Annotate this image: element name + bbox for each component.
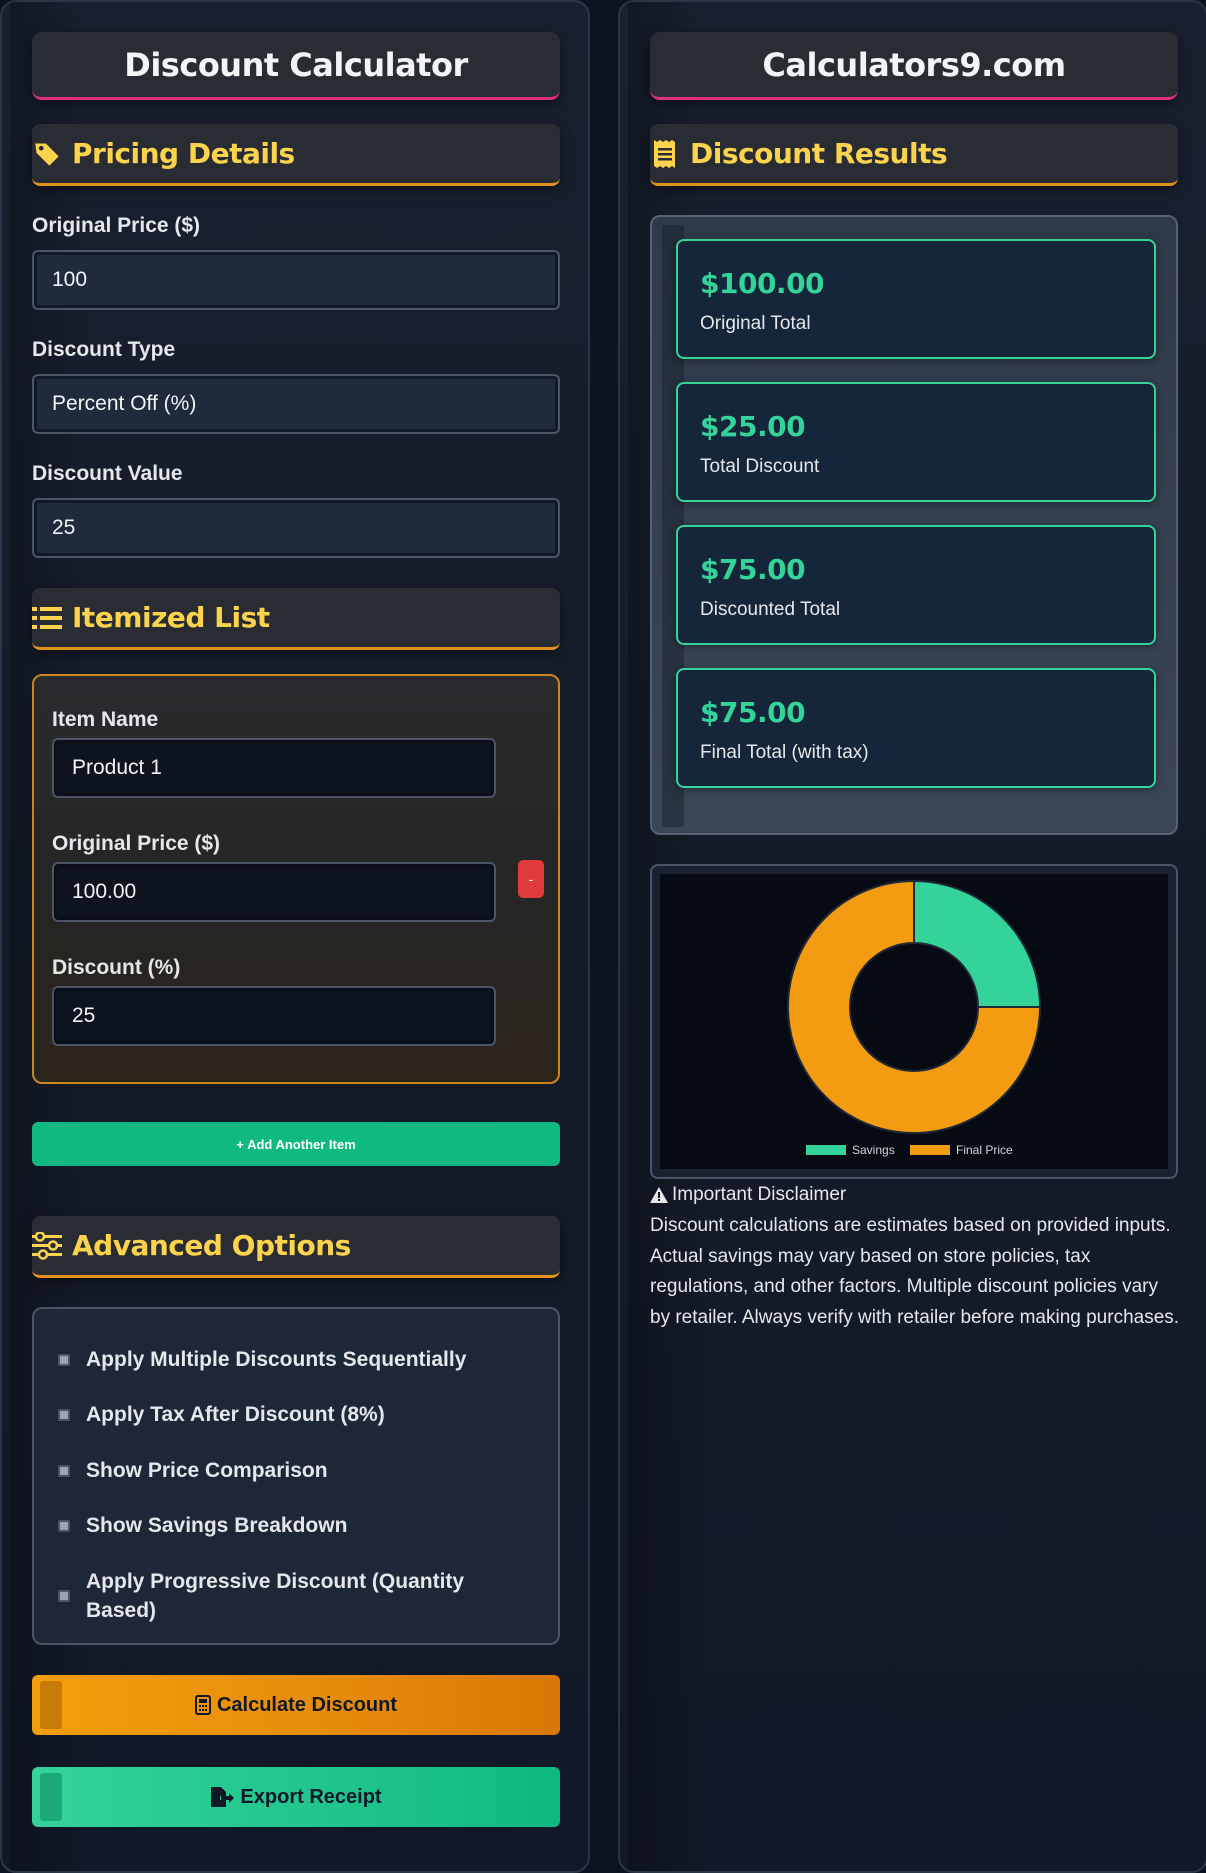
option-label: Show Price Comparison	[86, 1459, 328, 1482]
legend-swatch	[910, 1145, 950, 1155]
option-tax-after-discount[interactable]: Apply Tax After Discount (8%)	[58, 1400, 518, 1429]
discount-value-label: Discount Value	[32, 462, 183, 485]
sliders-icon	[32, 1231, 62, 1261]
legend-label: Savings	[852, 1143, 895, 1157]
legend-swatch	[806, 1145, 846, 1155]
section-title: Discount Results	[690, 137, 948, 170]
option-sequential-discounts[interactable]: Apply Multiple Discounts Sequentially	[58, 1345, 518, 1374]
calculate-discount-button[interactable]: Calculate Discount	[32, 1675, 560, 1735]
discount-results-header: Discount Results	[650, 124, 1178, 186]
advanced-options-header: Advanced Options	[32, 1216, 560, 1278]
item-card: Item Name Product 1 Original Price ($) 1…	[32, 674, 560, 1084]
result-original-total: $100.00 Original Total	[676, 239, 1156, 359]
option-progressive-discount[interactable]: Apply Progressive Discount (Quantity Bas…	[58, 1567, 478, 1625]
result-final-total: $75.00 Final Total (with tax)	[676, 668, 1156, 788]
item-discount-input[interactable]: 25	[52, 986, 496, 1046]
donut-chart: Savings Final Price	[787, 879, 1042, 1157]
pricing-details-header: Pricing Details	[32, 124, 560, 186]
checkbox[interactable]	[58, 1465, 70, 1477]
result-value: $75.00	[700, 553, 806, 586]
receipt-icon	[650, 139, 680, 169]
page-title: Discount Calculator	[32, 32, 560, 100]
tag-icon	[32, 139, 62, 169]
disclaimer-text: Discount calculations are estimates base…	[650, 1215, 1180, 1328]
item-price-label: Original Price ($)	[52, 832, 221, 855]
option-label: Show Savings Breakdown	[86, 1514, 348, 1537]
result-total-discount: $25.00 Total Discount	[676, 382, 1156, 502]
chart-slice-savings	[913, 879, 1042, 1008]
savings-chart-container: Savings Final Price	[650, 864, 1178, 1179]
chart-canvas: Savings Final Price	[660, 874, 1168, 1169]
warning-icon	[650, 1187, 668, 1203]
checkbox[interactable]	[58, 1409, 70, 1421]
section-title: Pricing Details	[72, 137, 295, 170]
result-label: Discounted Total	[700, 599, 841, 620]
legend-label: Final Price	[956, 1143, 1013, 1157]
item-name-input[interactable]: Product 1	[52, 738, 496, 798]
file-export-icon	[210, 1786, 235, 1808]
result-value: $100.00	[700, 267, 825, 300]
option-label: Apply Tax After Discount (8%)	[86, 1403, 385, 1426]
item-discount-label: Discount (%)	[52, 956, 181, 979]
result-label: Original Total	[700, 313, 811, 334]
list-icon	[32, 603, 62, 633]
original-price-label: Original Price ($)	[32, 214, 201, 237]
checkbox[interactable]	[58, 1520, 70, 1532]
section-title: Advanced Options	[72, 1229, 351, 1262]
option-label: Apply Multiple Discounts Sequentially	[86, 1348, 467, 1371]
results-panel: Calculators9.com Discount Results $100.0…	[618, 0, 1206, 1873]
item-name-label: Item Name	[52, 708, 159, 731]
result-value: $75.00	[700, 696, 806, 729]
remove-item-button[interactable]: -	[518, 860, 544, 898]
button-label: Calculate Discount	[216, 1693, 398, 1716]
option-savings-breakdown[interactable]: Show Savings Breakdown	[58, 1511, 518, 1540]
export-receipt-button[interactable]: Export Receipt	[32, 1767, 560, 1827]
button-stripe	[40, 1773, 62, 1821]
add-item-button[interactable]: + Add Another Item	[32, 1122, 560, 1166]
checkbox[interactable]	[58, 1590, 70, 1602]
discount-type-label: Discount Type	[32, 338, 176, 361]
option-price-comparison[interactable]: Show Price Comparison	[58, 1456, 518, 1485]
results-container: $100.00 Original Total $25.00 Total Disc…	[650, 215, 1178, 835]
option-label: Apply Progressive Discount (Quantity Bas…	[86, 1570, 465, 1622]
button-stripe	[40, 1681, 62, 1729]
site-title: Calculators9.com	[650, 32, 1178, 100]
original-price-input[interactable]: 100	[32, 250, 560, 310]
disclaimer-title: Important Disclaimer	[650, 1184, 846, 1206]
calculator-icon	[194, 1695, 211, 1715]
result-label: Final Total (with tax)	[700, 742, 869, 763]
discount-value-input[interactable]: 25	[32, 498, 560, 558]
result-label: Total Discount	[700, 456, 820, 477]
advanced-options-list: Apply Multiple Discounts Sequentially Ap…	[32, 1307, 560, 1645]
calculator-panel: Discount Calculator Pricing Details Orig…	[0, 0, 590, 1873]
result-discounted-total: $75.00 Discounted Total	[676, 525, 1156, 645]
result-value: $25.00	[700, 410, 806, 443]
disclaimer-heading: Important Disclaimer	[672, 1184, 847, 1205]
section-title: Itemized List	[72, 601, 270, 634]
button-label: Export Receipt	[240, 1785, 382, 1808]
discount-type-select[interactable]: Percent Off (%)	[32, 374, 560, 434]
checkbox[interactable]	[58, 1354, 70, 1366]
itemized-list-header: Itemized List	[32, 588, 560, 650]
item-price-input[interactable]: 100.00	[52, 862, 496, 922]
